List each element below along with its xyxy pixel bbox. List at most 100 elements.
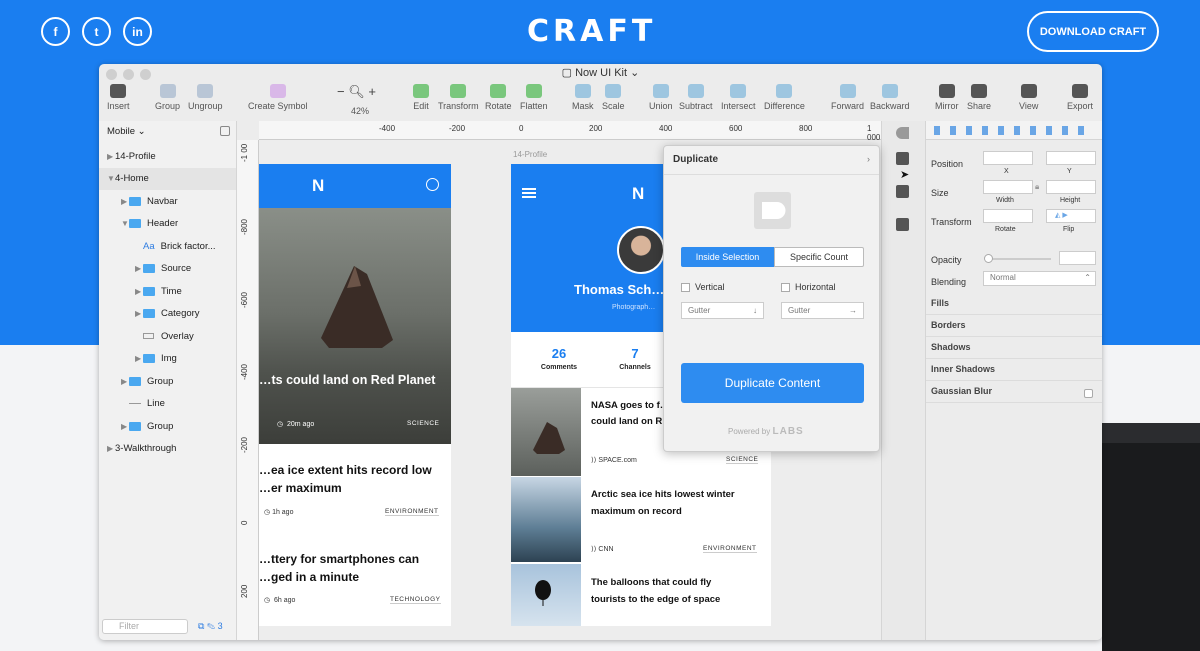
lock-icon[interactable]: 🔒︎ — [1035, 182, 1039, 192]
toolbar-insert-button[interactable]: Insert — [107, 84, 130, 111]
layer-row[interactable]: ▼ 4-Home — [99, 167, 236, 190]
layer-filter-input[interactable]: Filter — [102, 619, 188, 634]
toolbar-mirror-button[interactable]: Mirror — [935, 84, 959, 111]
craft-icon[interactable] — [896, 127, 909, 139]
toolbar-difference-button[interactable]: Difference — [764, 84, 805, 111]
toolbar-forward-button[interactable]: Forward — [831, 84, 864, 111]
home-article-title-1[interactable]: …ts could land on Red Planet — [259, 371, 451, 389]
layer-row[interactable]: ▶ Navbar — [99, 190, 236, 212]
layer-row[interactable]: ▶ 3-Walkthrough — [99, 438, 236, 460]
vertical-gutter-input[interactable]: Gutter ↓ — [681, 302, 764, 319]
toolbar-mask-button[interactable]: Mask — [572, 84, 594, 111]
toolbar-group-button[interactable]: Group — [155, 84, 180, 111]
create-symbol-icon — [269, 84, 286, 98]
layer-row[interactable]: ▶ Img — [99, 348, 236, 370]
news-title-3[interactable]: The balloons that could fly tourists to … — [591, 574, 720, 608]
horizontal-checkbox[interactable] — [781, 283, 790, 292]
opacity-field[interactable] — [1059, 251, 1096, 265]
toolbar-subtract-button[interactable]: Subtract — [679, 84, 713, 111]
rotate-field[interactable] — [983, 209, 1033, 223]
toolbar-scale-button[interactable]: Scale — [602, 84, 625, 111]
disclosure-icon[interactable]: ▼ — [107, 174, 115, 183]
page-selector[interactable]: Mobile ⌄ — [107, 126, 146, 137]
horizontal-label: Horizontal — [795, 282, 836, 292]
blur-checkbox[interactable] — [1084, 389, 1093, 398]
width-field[interactable] — [983, 180, 1033, 194]
toolbar-view-button[interactable]: View — [1019, 84, 1038, 111]
x-field[interactable] — [983, 151, 1033, 165]
news-title-2[interactable]: Arctic sea ice hits lowest winter maximu… — [591, 486, 735, 520]
layer-row[interactable]: ▶ Group — [99, 370, 236, 392]
toolbar-backward-button[interactable]: Backward — [870, 84, 910, 111]
menu-icon[interactable] — [522, 188, 536, 190]
toolbar-flatten-button[interactable]: Flatten — [520, 84, 548, 111]
tab-inside-selection[interactable]: Inside Selection — [681, 247, 774, 267]
home-article-title-3[interactable]: …ttery for smartphones can …ged in a min… — [259, 550, 451, 586]
height-field[interactable] — [1046, 180, 1096, 194]
vertical-checkbox[interactable] — [681, 283, 690, 292]
linkedin-icon[interactable]: in — [123, 17, 152, 46]
inspector-section-shadows[interactable]: Shadows — [931, 342, 971, 352]
library-icon[interactable] — [896, 218, 909, 231]
profile-artboard-label[interactable]: 14-Profile — [513, 150, 547, 159]
zoom-control[interactable]: − 🔍︎ + — [337, 84, 376, 100]
layer-label: Navbar — [147, 195, 178, 207]
plugin-strip: ➤ — [881, 121, 925, 640]
disclosure-icon[interactable]: ▶ — [135, 354, 143, 363]
disclosure-icon[interactable]: ▶ — [121, 197, 129, 206]
subtract-icon — [687, 84, 704, 98]
inspector-section-inner-shadows[interactable]: Inner Shadows — [931, 364, 995, 374]
layer-row[interactable]: Line — [99, 393, 236, 415]
home-article-title-2[interactable]: …ea ice extent hits record low …er maxim… — [259, 461, 451, 497]
toolbar-transform-button[interactable]: Transform — [438, 84, 479, 111]
search-icon[interactable] — [426, 178, 439, 191]
toolbar-ungroup-button[interactable]: Ungroup — [188, 84, 223, 111]
disclosure-icon[interactable]: ▶ — [121, 422, 129, 431]
home-artboard[interactable]: N …ts could land on Red Planet ◷ 20m ago… — [259, 164, 451, 626]
toolbar-edit-button[interactable]: Edit — [413, 84, 429, 111]
layer-row[interactable]: ▶ Group — [99, 415, 236, 437]
twitter-icon[interactable]: t — [82, 17, 111, 46]
disclosure-icon[interactable]: ▶ — [135, 287, 143, 296]
layer-row[interactable]: ▶ Time — [99, 280, 236, 302]
opacity-slider[interactable] — [984, 254, 1051, 263]
inspector-section-fills[interactable]: Fills — [931, 298, 949, 308]
chevron-right-icon[interactable]: › — [867, 154, 870, 164]
duplicate-icon[interactable] — [896, 152, 909, 165]
y-field[interactable] — [1046, 151, 1096, 165]
inspector-section-gaussian-blur[interactable]: Gaussian Blur — [931, 386, 992, 396]
tab-specific-count[interactable]: Specific Count — [774, 247, 864, 267]
inspector-section-borders[interactable]: Borders — [931, 320, 966, 330]
layer-row[interactable]: ▶ Category — [99, 303, 236, 325]
collapse-icon[interactable] — [220, 126, 230, 136]
download-craft-button[interactable]: DOWNLOAD CRAFT — [1027, 11, 1159, 52]
flip-buttons[interactable]: ◭ ▶ — [1046, 209, 1096, 223]
layer-row[interactable]: ▶ Source — [99, 258, 236, 280]
layer-row[interactable]: Overlay — [99, 325, 236, 347]
layer-row[interactable]: ▶ 14-Profile — [99, 145, 236, 167]
toolbar-share-button[interactable]: Share — [967, 84, 991, 111]
toolbar-create-symbol-button[interactable]: Create Symbol — [248, 84, 308, 111]
craft-logo[interactable]: CRAFT — [527, 14, 656, 49]
layer-label: Header — [147, 218, 179, 229]
layer-row[interactable]: ▼ Header — [99, 213, 236, 235]
ruler-tick-label: 0 — [240, 520, 249, 525]
toolbar-rotate-button[interactable]: Rotate — [485, 84, 512, 111]
disclosure-icon[interactable]: ▼ — [121, 219, 129, 228]
data-icon[interactable] — [896, 185, 909, 198]
alignment-bar[interactable] — [926, 121, 1102, 140]
facebook-icon[interactable]: f — [41, 17, 70, 46]
toolbar-union-button[interactable]: Union — [649, 84, 673, 111]
disclosure-icon[interactable]: ▶ — [135, 309, 143, 318]
layer-row[interactable]: Aa Brick factor... — [99, 235, 236, 257]
disclosure-icon[interactable]: ▶ — [121, 377, 129, 386]
disclosure-icon[interactable]: ▶ — [135, 264, 143, 273]
disclosure-icon[interactable]: ▶ — [107, 152, 115, 161]
toolbar-intersect-button[interactable]: Intersect — [721, 84, 756, 111]
news-title-1[interactable]: NASA goes to f… could land on R… — [591, 398, 672, 430]
toolbar-export-button[interactable]: Export — [1067, 84, 1093, 111]
horizontal-gutter-input[interactable]: Gutter → — [781, 302, 864, 319]
disclosure-icon[interactable]: ▶ — [107, 444, 115, 453]
duplicate-content-button[interactable]: Duplicate Content — [681, 363, 864, 403]
blending-select[interactable]: Normal ⌃ — [983, 271, 1096, 286]
